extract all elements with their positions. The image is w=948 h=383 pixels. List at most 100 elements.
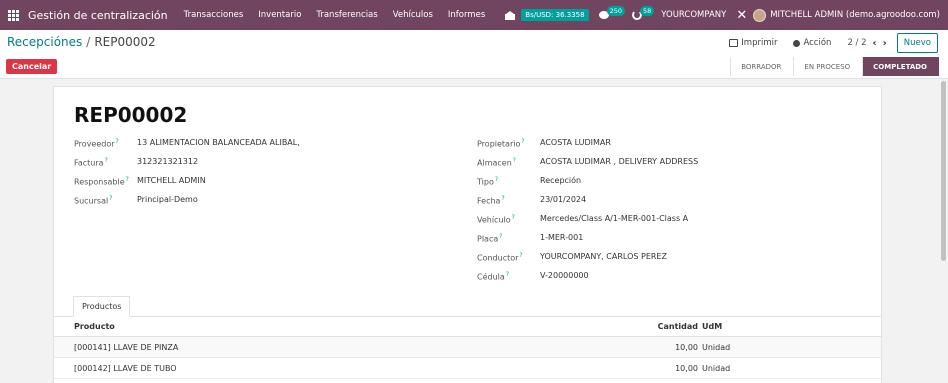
menu-inventario[interactable]: Inventario xyxy=(258,10,301,20)
label-text: Proveedor xyxy=(74,139,115,149)
menu-transacciones[interactable]: Transacciones xyxy=(184,10,244,20)
field-value[interactable]: Principal-Demo xyxy=(137,195,198,204)
field-value[interactable]: Mercedes/Class A/1-MER-001-Class A xyxy=(540,214,688,223)
cell-product: [000142] LLAVE DE TUBO xyxy=(74,363,177,373)
field-almacen: Almacen? ACOSTA LUDIMAR , DELIVERY ADDRE… xyxy=(477,157,698,176)
pager-previous-button[interactable]: ‹ xyxy=(873,38,877,49)
label-text: Cédula xyxy=(477,272,505,282)
field-value[interactable]: 312321321312 xyxy=(137,157,198,166)
cell-quantity: 10,00 xyxy=(675,363,698,373)
app-brand[interactable]: Gestión de centralización xyxy=(28,9,168,22)
exchange-rate-badge[interactable]: Bs/USD: 36.3358 xyxy=(521,9,589,21)
breadcrumb-separator: / xyxy=(86,35,91,49)
help-icon[interactable]: ? xyxy=(109,195,112,202)
status-en-proceso[interactable]: EN PROCESO xyxy=(793,57,862,76)
table-row[interactable]: [000141] LLAVE DE PINZA 10,00 Unidad xyxy=(54,337,881,358)
bank-icon xyxy=(505,10,516,20)
field-value[interactable]: Recepción xyxy=(540,176,581,185)
help-icon[interactable]: ? xyxy=(105,157,108,164)
field-label: Placa? xyxy=(477,233,540,244)
label-text: Vehículo xyxy=(477,215,511,225)
cell-uom: Unidad xyxy=(702,363,731,373)
field-fecha: Fecha? 23/01/2024 xyxy=(477,195,698,214)
field-label: Almacen? xyxy=(477,157,540,168)
field-label: Proveedor? xyxy=(74,138,137,149)
field-propietario: Propietario? ACOSTA LUDIMAR xyxy=(477,138,698,157)
label-text: Conductor xyxy=(477,253,519,263)
user-menu[interactable]: MITCHELL ADMIN (demo.agroodoo.com) xyxy=(770,10,940,20)
breadcrumb-current: REP00002 xyxy=(94,35,156,49)
help-icon[interactable]: ? xyxy=(506,271,509,278)
messages-count-badge: 250 xyxy=(606,6,625,16)
field-value[interactable]: V-20000000 xyxy=(540,271,589,280)
field-factura: Factura? 312321321312 xyxy=(74,157,300,176)
action-button[interactable]: Acción xyxy=(793,38,831,48)
scrollbar-thumb[interactable] xyxy=(941,81,946,261)
help-icon[interactable]: ? xyxy=(126,176,129,183)
label-text: Propietario xyxy=(477,139,521,149)
help-icon[interactable]: ? xyxy=(116,138,119,145)
table-row[interactable]: [000142] LLAVE DE TUBO 10,00 Unidad xyxy=(54,358,881,379)
help-icon[interactable]: ? xyxy=(513,157,516,164)
control-actions: Imprimir Acción 2 / 2 ‹ › Nuevo xyxy=(729,33,938,53)
field-placa: Placa? 1-MER-001 xyxy=(477,233,698,252)
action-label: Acción xyxy=(803,38,832,48)
field-value[interactable]: 1-MER-001 xyxy=(540,233,583,242)
top-navbar: Gestión de centralización Transacciones … xyxy=(0,0,948,30)
field-value[interactable]: ACOSTA LUDIMAR , DELIVERY ADDRESS xyxy=(540,157,698,166)
field-value[interactable]: ACOSTA LUDIMAR xyxy=(540,138,611,147)
column-uom[interactable]: UdM xyxy=(698,322,798,331)
tab-productos[interactable]: Productos xyxy=(73,296,131,317)
field-vehiculo: Vehículo? Mercedes/Class A/1-MER-001-Cla… xyxy=(477,214,698,233)
field-label: Tipo? xyxy=(477,176,540,187)
print-label: Imprimir xyxy=(741,38,778,48)
help-icon[interactable]: ? xyxy=(501,195,504,202)
cell-quantity: 10,00 xyxy=(675,342,698,352)
label-text: Fecha xyxy=(477,196,501,206)
field-tipo: Tipo? Recepción xyxy=(477,176,698,195)
field-value[interactable]: YOURCOMPANY, CARLOS PEREZ xyxy=(540,252,667,261)
field-conductor: Conductor? YOURCOMPANY, CARLOS PEREZ xyxy=(477,252,698,271)
debug-tools-icon[interactable]: ✕ xyxy=(736,8,747,23)
pager-next-button[interactable]: › xyxy=(883,38,887,49)
control-panel: Recepciónes / REP00002 Imprimir Acción 2 /… xyxy=(0,30,948,79)
print-button[interactable]: Imprimir xyxy=(729,38,777,48)
help-icon[interactable]: ? xyxy=(499,233,502,240)
apps-menu-icon[interactable] xyxy=(6,8,20,22)
field-value[interactable]: MITCHELL ADMIN xyxy=(137,176,206,185)
right-field-group: Propietario? ACOSTA LUDIMAR Almacen? ACO… xyxy=(477,138,698,290)
field-value[interactable]: 13 ALIMENTACION BALANCEADA ALIBAL, xyxy=(137,138,300,147)
field-label: Cédula? xyxy=(477,271,540,282)
navbar-systray: Bs/USD: 36.3358 250 58 YOURCOMPANY ✕ MIT… xyxy=(505,0,940,30)
breadcrumb-parent[interactable]: Recepciónes xyxy=(7,35,82,49)
help-icon[interactable]: ? xyxy=(519,252,522,259)
user-avatar[interactable] xyxy=(753,8,767,22)
help-icon[interactable]: ? xyxy=(495,176,498,183)
column-quantity[interactable]: Cantidad xyxy=(654,322,698,331)
new-button[interactable]: Nuevo xyxy=(896,33,938,53)
company-switcher[interactable]: YOURCOMPANY xyxy=(661,10,726,20)
gear-icon xyxy=(793,39,801,47)
field-label: Propietario? xyxy=(477,138,540,149)
label-text: Almacen xyxy=(477,158,512,168)
label-text: Placa xyxy=(477,234,499,244)
print-icon xyxy=(729,39,739,47)
field-value[interactable]: 23/01/2024 xyxy=(540,195,586,204)
help-icon[interactable]: ? xyxy=(512,214,515,221)
label-text: Tipo xyxy=(477,177,494,187)
menu-transferencias[interactable]: Transferencias xyxy=(316,10,377,20)
help-icon[interactable]: ? xyxy=(521,138,524,145)
status-completado[interactable]: COMPLETADO xyxy=(862,57,939,76)
table-header: Producto Cantidad UdM xyxy=(54,317,881,337)
left-field-group: Proveedor? 13 ALIMENTACION BALANCEADA AL… xyxy=(74,138,300,214)
field-label: Fecha? xyxy=(477,195,540,206)
status-borrador[interactable]: BORRADOR xyxy=(730,57,793,76)
page-scrollbar[interactable] xyxy=(939,79,947,383)
column-product[interactable]: Producto xyxy=(54,322,654,331)
label-text: Responsable xyxy=(74,177,125,187)
field-label: Sucursal? xyxy=(74,195,137,206)
menu-informes[interactable]: Informes xyxy=(448,10,485,20)
cancel-button[interactable]: Cancelar xyxy=(6,59,58,74)
menu-vehiculos[interactable]: Vehículos xyxy=(393,10,433,20)
pager-value[interactable]: 2 / 2 xyxy=(847,38,866,48)
